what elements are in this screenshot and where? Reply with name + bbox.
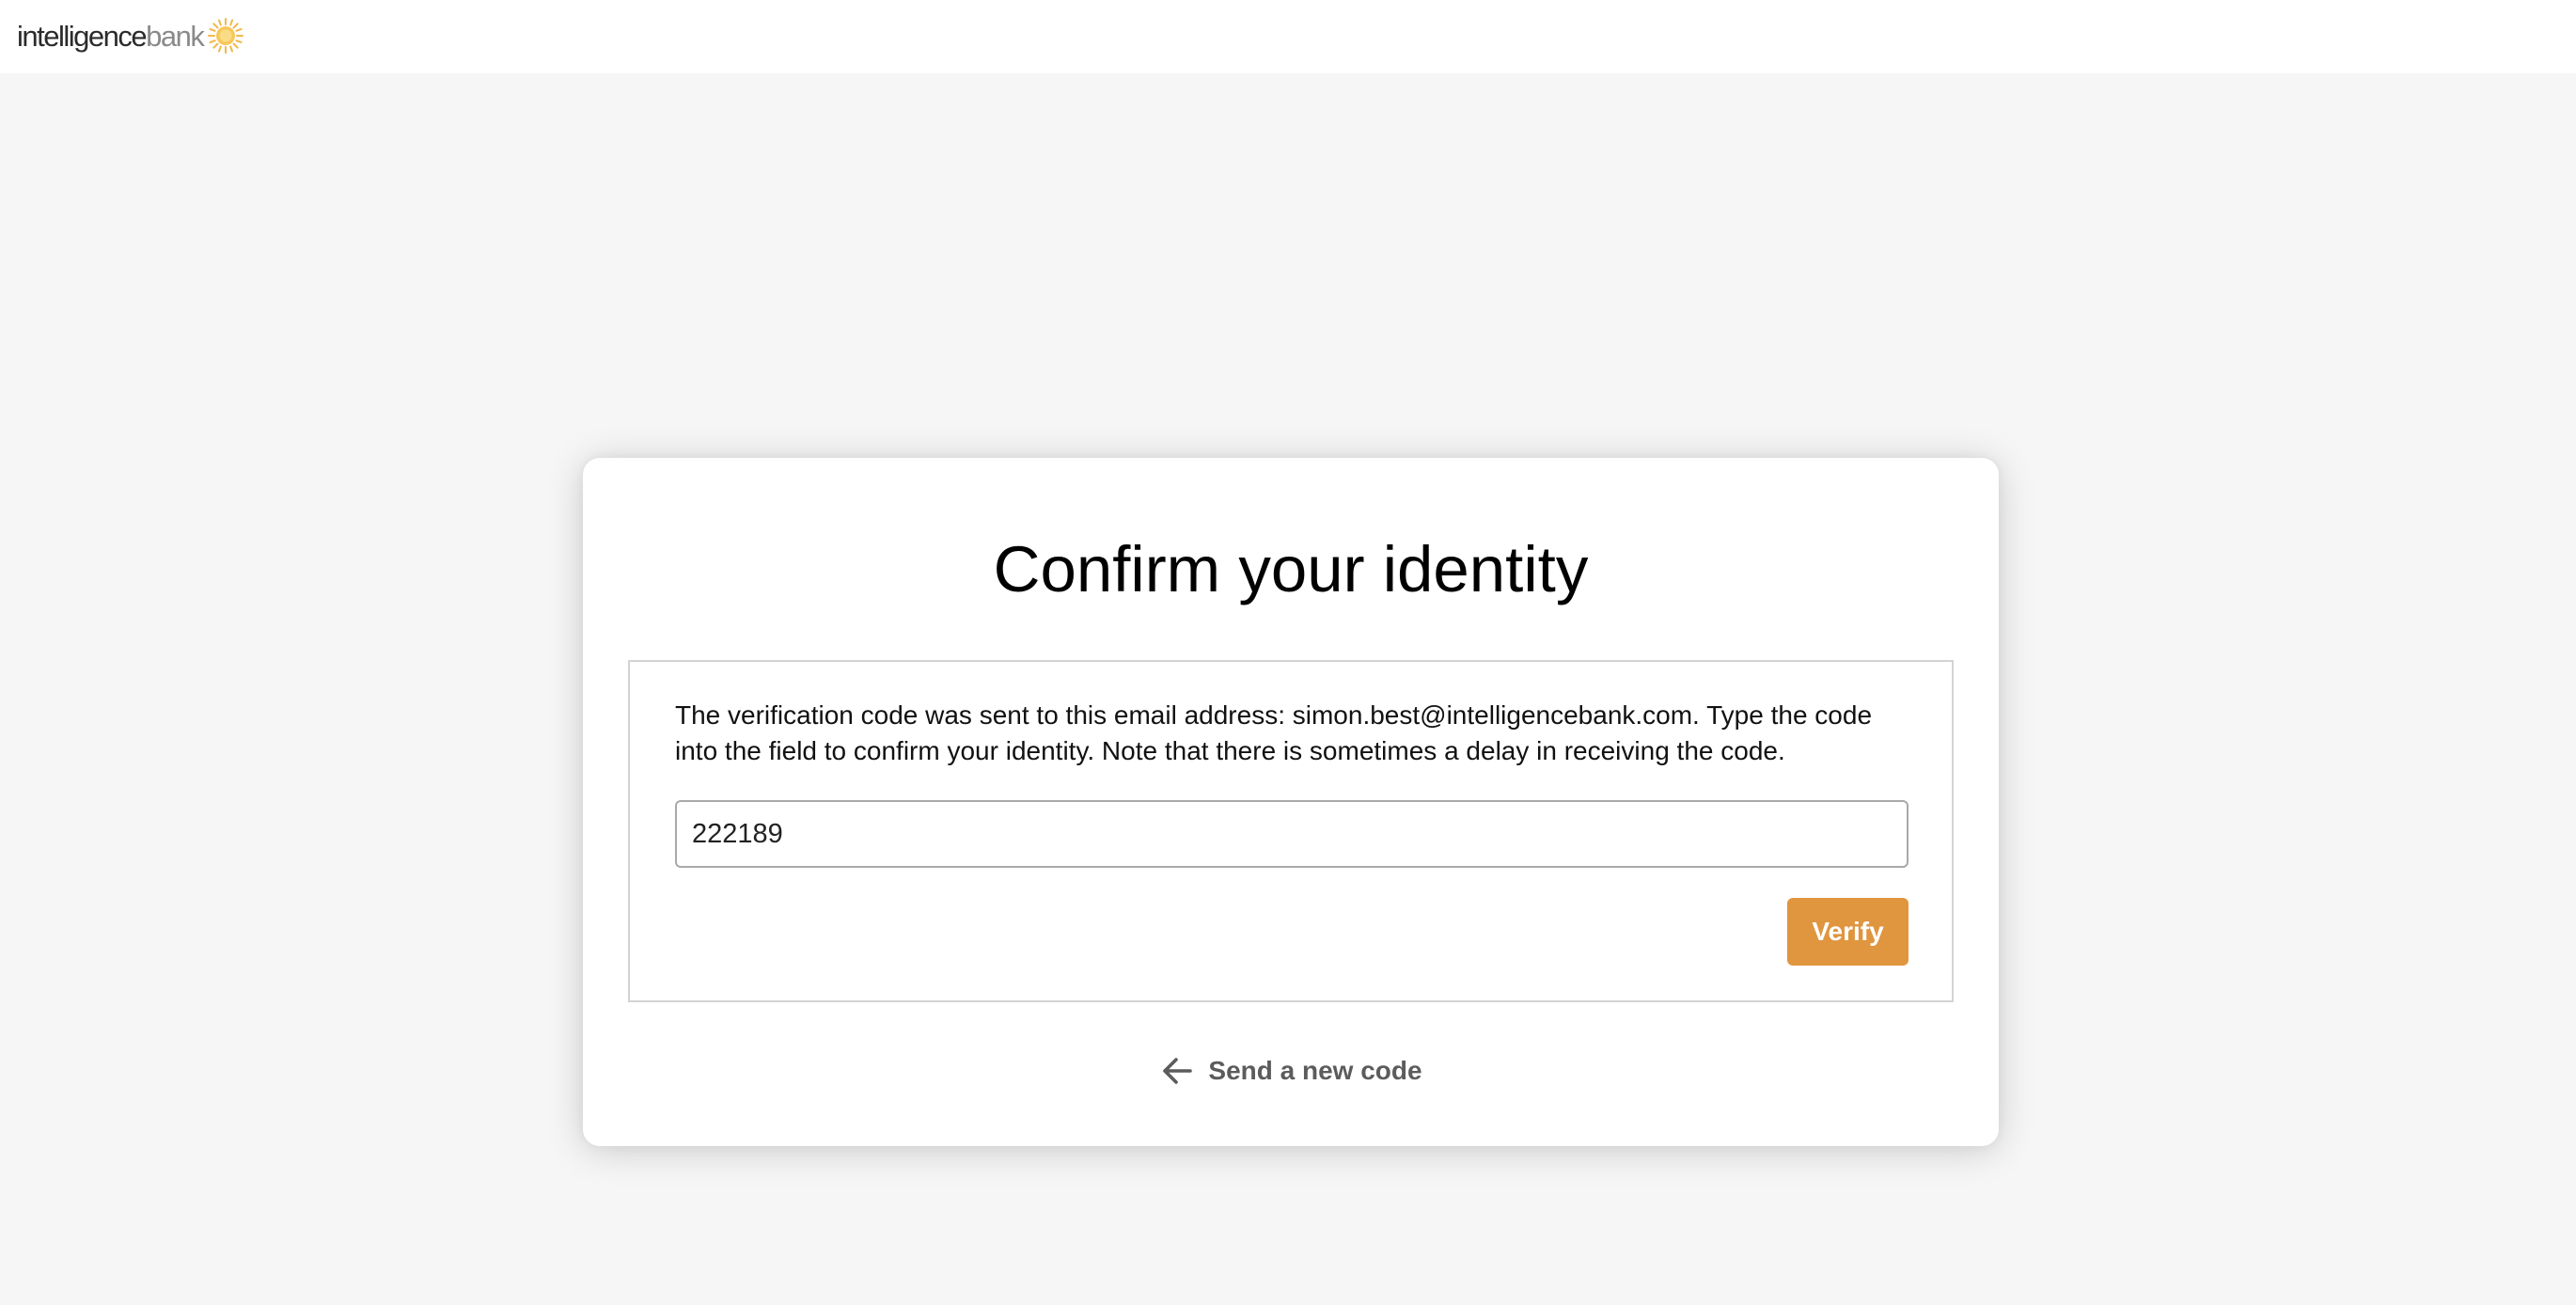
sun-icon: [208, 18, 244, 54]
main-area: Confirm your identity The verification c…: [0, 73, 2576, 1305]
intelligencebank-logo[interactable]: intelligencebank: [17, 13, 244, 58]
logo-word-intelligence: intelligence: [17, 19, 148, 53]
verification-code-input[interactable]: [675, 800, 1908, 868]
verification-panel: The verification code was sent to this e…: [628, 660, 1954, 1002]
page-title: Confirm your identity: [993, 533, 1589, 605]
instructions-text: The verification code was sent to this e…: [675, 700, 1873, 765]
verify-button[interactable]: Verify: [1787, 898, 1908, 966]
logo-text: intelligencebank: [17, 19, 205, 53]
send-new-code-link[interactable]: Send a new code: [583, 1047, 1999, 1094]
top-bar: intelligencebank: [0, 0, 2576, 73]
arrow-left-icon: [1163, 1058, 1193, 1084]
send-new-code-label: Send a new code: [1208, 1056, 1422, 1085]
verification-card: Confirm your identity The verification c…: [583, 458, 1999, 1146]
logo-word-bank: bank: [146, 19, 205, 53]
